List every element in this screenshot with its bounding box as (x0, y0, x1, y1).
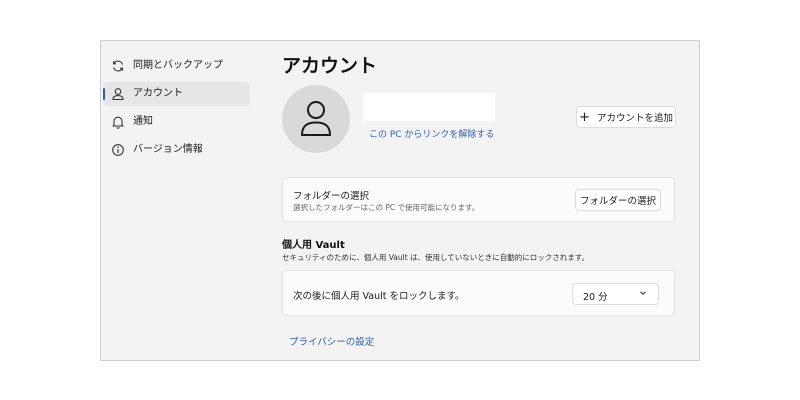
chevron-down-icon (640, 291, 646, 295)
vault-description: セキュリティのために、個人用 Vault は、使用していないときに自動的にロック… (282, 253, 590, 262)
vault-lock-time-dropdown[interactable]: 20 分 (572, 283, 659, 305)
vault-lock-card: 次の後に個人用 Vault をロックします。 20 分 (282, 270, 675, 316)
bell-icon (112, 116, 124, 129)
sidebar-item-label: 通知 (133, 116, 153, 127)
dropdown-value: 20 分 (583, 292, 608, 303)
vault-heading: 個人用 Vault (282, 240, 345, 251)
privacy-settings-link[interactable]: プライバシーの設定 (289, 334, 374, 348)
folder-card-title: フォルダーの選択 (293, 191, 370, 202)
sidebar: 同期とバックアップ アカウント 通知 バージョン情報 (101, 41, 257, 360)
choose-folder-button[interactable]: フォルダーの選択 (575, 189, 661, 211)
sidebar-item-account[interactable]: アカウント (103, 82, 250, 106)
sidebar-item-version-info[interactable]: バージョン情報 (103, 138, 250, 162)
info-icon (112, 144, 124, 156)
vault-lock-label: 次の後に個人用 Vault をロックします。 (293, 291, 465, 302)
add-account-label: アカウントを追加 (596, 113, 673, 124)
settings-window: 同期とバックアップ アカウント 通知 バージョン情報 アカウント この PC か… (100, 40, 700, 361)
unlink-pc-link[interactable]: この PC からリンクを解除する (369, 127, 494, 140)
sidebar-item-sync-backup[interactable]: 同期とバックアップ (103, 54, 250, 78)
sidebar-item-notifications[interactable]: 通知 (103, 110, 250, 134)
person-avatar-icon (301, 101, 331, 136)
avatar (282, 85, 350, 153)
active-indicator (103, 88, 105, 100)
sidebar-item-label: アカウント (133, 88, 183, 99)
folder-card-description: 選択したフォルダーはこの PC で使用可能になります。 (293, 203, 480, 212)
plus-icon: + (579, 109, 590, 125)
add-account-button[interactable]: + アカウントを追加 (576, 106, 676, 128)
account-name-box (363, 93, 495, 121)
person-icon (112, 88, 124, 101)
sidebar-item-label: バージョン情報 (133, 144, 203, 155)
page-title: アカウント (282, 55, 378, 77)
sidebar-item-label: 同期とバックアップ (133, 60, 223, 71)
sync-icon (112, 60, 124, 72)
folder-selection-card: フォルダーの選択 選択したフォルダーはこの PC で使用可能になります。 フォル… (282, 177, 675, 222)
